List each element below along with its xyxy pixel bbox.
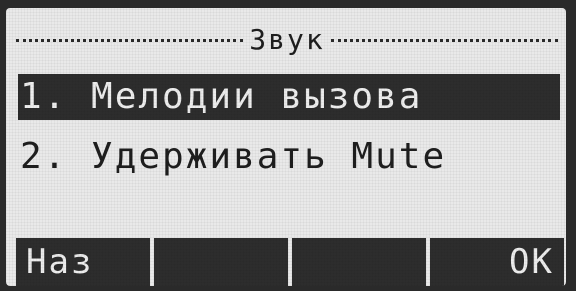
ok-softkey[interactable]: OK [430,238,564,286]
softkey-bar: Наз OK [16,238,564,286]
menu-item-ringtones[interactable]: 1. Мелодии вызова [18,74,560,120]
header-divider-right [330,38,558,42]
screen-header: Звук [16,22,558,58]
phone-lcd-screen: Звук 1. Мелодии вызова 2. Удерживать Mut… [6,8,566,286]
menu-item-hold-mute[interactable]: 2. Удерживать Mute [18,134,560,180]
back-softkey[interactable]: Наз [16,238,150,286]
screen-title: Звук [249,23,325,56]
softkey-3[interactable] [292,238,426,286]
softkey-2[interactable] [154,238,288,286]
header-divider-left [16,38,244,42]
